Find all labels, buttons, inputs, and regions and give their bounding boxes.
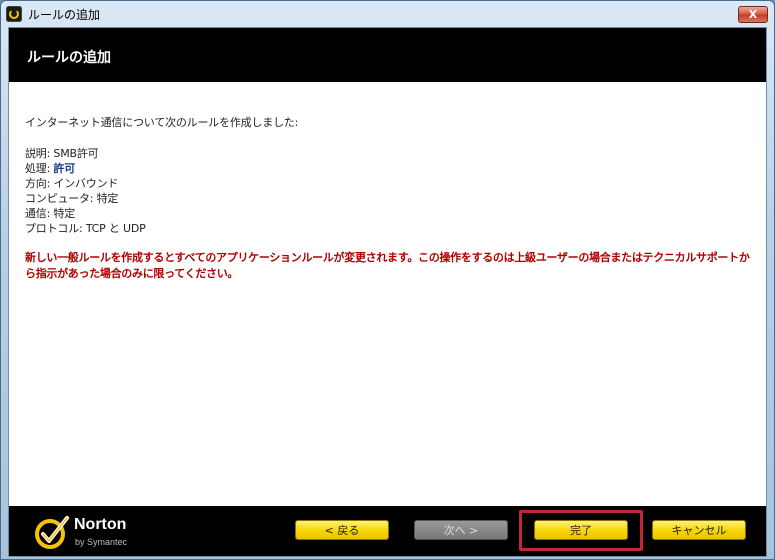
- close-button[interactable]: X: [738, 6, 768, 23]
- detail-value: インバウンド: [53, 177, 119, 190]
- detail-action: 処理: 許可: [25, 161, 755, 176]
- header-band: ルールの追加: [9, 28, 766, 82]
- detail-label: 方向:: [25, 177, 54, 190]
- back-button[interactable]: < 戻る: [295, 520, 389, 540]
- title-bar[interactable]: ルールの追加 X: [1, 1, 774, 27]
- page-title: ルールの追加: [27, 50, 111, 66]
- footer-bar: Norton by Symantec < 戻る 次へ > 完了 キャンセル: [9, 506, 766, 556]
- detail-description: 説明: SMB許可: [25, 146, 755, 161]
- rule-summary: インターネット通信について次のルールを作成しました: 説明: SMB許可 処理:…: [25, 114, 755, 282]
- detail-label: プロトコル:: [25, 222, 86, 235]
- intro-text: インターネット通信について次のルールを作成しました:: [25, 116, 299, 129]
- finish-button[interactable]: 完了: [534, 520, 628, 540]
- detail-communication: 通信: 特定: [25, 206, 755, 221]
- brand-name: Norton: [74, 516, 127, 533]
- detail-value: TCP と UDP: [85, 222, 146, 235]
- next-button[interactable]: 次へ >: [414, 520, 508, 540]
- warning-text: 新しい一般ルールを作成するとすべてのアプリケーションルールが変更されます。この操…: [25, 251, 750, 280]
- detail-label: 処理:: [25, 162, 54, 175]
- detail-value: SMB許可: [53, 147, 99, 160]
- dialog-window: ルールの追加 X ルールの追加 インターネット通信について次のルールを作成しまし…: [0, 0, 775, 560]
- detail-value: 許可: [53, 162, 76, 175]
- detail-direction: 方向: インバウンド: [25, 176, 755, 191]
- detail-value: 特定: [96, 192, 119, 205]
- dialog-client-area: ルールの追加 インターネット通信について次のルールを作成しました: 説明: SM…: [8, 27, 767, 557]
- close-icon: X: [748, 8, 758, 21]
- cancel-button[interactable]: キャンセル: [652, 520, 746, 540]
- detail-value: 特定: [53, 207, 76, 220]
- norton-app-icon: [6, 6, 22, 22]
- detail-protocol: プロトコル: TCP と UDP: [25, 221, 755, 236]
- detail-label: コンピュータ:: [25, 192, 97, 205]
- window-title: ルールの追加: [28, 8, 101, 22]
- detail-label: 通信:: [25, 207, 54, 220]
- detail-computer: コンピュータ: 特定: [25, 191, 755, 206]
- norton-checkmark-logo-icon: [35, 516, 69, 549]
- brand-subtitle: by Symantec: [75, 537, 128, 547]
- detail-label: 説明:: [25, 147, 54, 160]
